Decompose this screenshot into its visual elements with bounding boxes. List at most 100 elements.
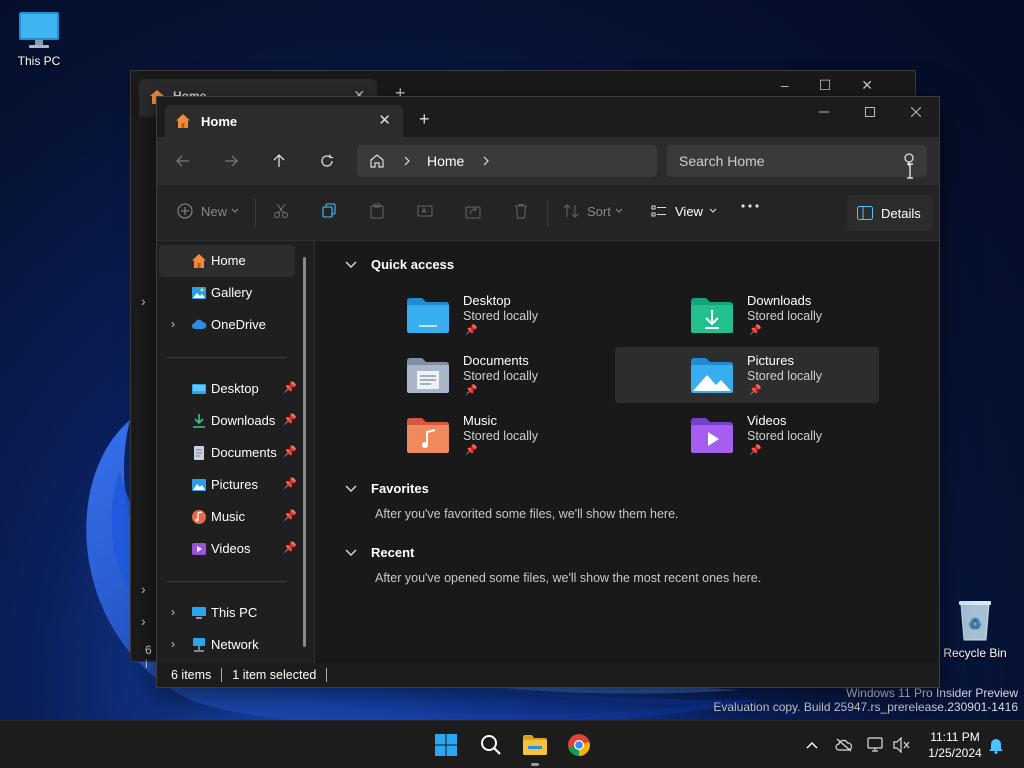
sidebar-item-downloads[interactable]: Downloads 📌 [159, 405, 297, 437]
details-button[interactable]: Details [847, 195, 933, 231]
pin-icon[interactable]: 📌 [283, 413, 297, 426]
sidebar-item-label: Pictures [211, 477, 258, 492]
section-header-recent[interactable]: Recent [345, 545, 414, 560]
show-hidden-icons-button[interactable] [802, 735, 822, 755]
start-button[interactable] [432, 731, 460, 759]
back-button[interactable] [173, 151, 193, 171]
copy-button[interactable] [321, 203, 337, 219]
pin-icon[interactable]: 📌 [283, 477, 297, 490]
chevron-right-icon[interactable]: › [141, 293, 146, 309]
cut-button[interactable] [273, 203, 289, 219]
sidebar-item-desktop[interactable]: Desktop 📌 [159, 373, 297, 405]
file-explorer-button[interactable] [521, 731, 549, 759]
section-header-favorites[interactable]: Favorites [345, 481, 429, 496]
pin-icon[interactable]: 📌 [283, 445, 297, 458]
close-window-button[interactable] [893, 97, 939, 127]
onedrive-tray-button[interactable] [834, 735, 854, 755]
pin-icon[interactable]: 📌 [283, 509, 297, 522]
tab-home[interactable]: Home ✕ [165, 105, 403, 137]
sidebar-item-videos[interactable]: Videos 📌 [159, 533, 297, 565]
more-options-button[interactable] [741, 203, 759, 209]
recent-empty-message: After you've opened some files, we'll sh… [375, 571, 762, 585]
network-tray-button[interactable] [866, 735, 886, 755]
evaluation-watermark: Windows 11 Pro Insider Preview Evaluatio… [713, 686, 1018, 714]
chevron-right-icon[interactable]: › [171, 605, 175, 619]
taskbar: 11:11 PM 1/25/2024 [0, 720, 1024, 768]
system-clock[interactable]: 11:11 PM 1/25/2024 [920, 729, 990, 761]
view-label: View [675, 203, 703, 219]
ethernet-icon [867, 737, 883, 752]
sidebar-item-network[interactable]: › Network [159, 629, 295, 661]
desktop-folder-icon [407, 298, 449, 333]
quick-access-item-desktop[interactable]: Desktop Stored locally 📌 [395, 287, 659, 343]
quick-access-item-pictures[interactable]: Pictures Stored locally 📌 [615, 347, 879, 403]
close-tab-icon[interactable]: ✕ [378, 111, 391, 129]
download-icon [193, 414, 205, 428]
chevron-down-icon [345, 261, 357, 268]
up-button[interactable] [269, 151, 289, 171]
chevron-up-icon [806, 742, 818, 749]
search-button[interactable] [477, 731, 505, 759]
quick-access-item-music[interactable]: Music Stored locally 📌 [395, 407, 659, 463]
sidebar-item-home[interactable]: Home [159, 245, 295, 277]
svg-text:♻: ♻ [969, 616, 982, 632]
back-caption-buttons[interactable]: –☐✕ [781, 77, 903, 94]
chevron-right-icon[interactable]: › [141, 613, 146, 629]
music-folder-icon [407, 418, 449, 453]
new-label: New [201, 203, 228, 219]
pin-icon[interactable]: 📌 [283, 541, 297, 554]
sidebar-item-gallery[interactable]: Gallery [159, 277, 295, 309]
share-button[interactable] [465, 203, 481, 219]
chevron-right-icon[interactable]: › [171, 317, 175, 331]
explorer-window[interactable]: Home ✕ + Home Search Home New Sort View … [156, 96, 940, 688]
chevron-right-icon[interactable] [482, 156, 490, 166]
delete-button[interactable] [513, 203, 529, 219]
sidebar-item-music[interactable]: Music 📌 [159, 501, 297, 533]
sort-button[interactable]: Sort [563, 203, 623, 219]
caption-buttons [801, 97, 939, 127]
chevron-right-icon[interactable]: › [171, 637, 175, 651]
new-button[interactable]: New [177, 203, 239, 219]
address-bar[interactable]: Home [357, 145, 657, 177]
content-area: Home Gallery › OneDrive Desktop 📌 Downlo… [157, 241, 939, 663]
section-title: Recent [371, 545, 415, 560]
forward-button[interactable] [221, 151, 241, 171]
quick-access-item-downloads[interactable]: Downloads Stored locally 📌 [679, 287, 943, 343]
item-name: Downloads [747, 293, 812, 308]
clipboard-icon [370, 203, 384, 219]
arrow-up-icon [273, 154, 285, 167]
item-name: Documents [463, 353, 529, 368]
sidebar-item-this-pc[interactable]: › This PC [159, 597, 295, 629]
sidebar-scrollbar[interactable] [303, 257, 306, 647]
notifications-button[interactable] [986, 735, 1006, 755]
sidebar-item-label: Documents [211, 445, 277, 460]
maximize-button[interactable] [847, 97, 893, 127]
section-header-quick-access[interactable]: Quick access [345, 257, 454, 272]
pin-icon[interactable]: 📌 [283, 381, 297, 394]
desktop-icon-recycle-bin[interactable]: ♻ Recycle Bin [935, 598, 1015, 660]
sidebar-item-label: Home [211, 253, 246, 268]
sidebar-item-label: Network [211, 637, 259, 652]
rename-button[interactable] [417, 203, 433, 219]
sidebar-item-label: Gallery [211, 285, 253, 300]
chevron-right-icon[interactable] [403, 156, 411, 166]
view-button[interactable]: View [651, 203, 717, 219]
search-input[interactable] [667, 145, 927, 177]
minimize-button[interactable] [801, 97, 847, 127]
desktop-icon-this-pc[interactable]: This PC [0, 10, 79, 68]
home-outline-icon [370, 154, 384, 168]
sidebar-item-pictures[interactable]: Pictures 📌 [159, 469, 297, 501]
chevron-right-icon[interactable]: › [141, 581, 146, 597]
volume-tray-button[interactable] [892, 735, 912, 755]
chrome-button[interactable] [565, 731, 593, 759]
refresh-button[interactable] [317, 151, 337, 171]
quick-access-item-videos[interactable]: Videos Stored locally 📌 [679, 407, 943, 463]
view-list-icon [651, 205, 666, 217]
breadcrumb-home[interactable]: Home [427, 153, 464, 169]
sidebar-item-documents[interactable]: Documents 📌 [159, 437, 297, 469]
sidebar-item-onedrive[interactable]: › OneDrive [159, 309, 295, 341]
home-icon [192, 254, 206, 268]
new-tab-button[interactable]: + [419, 109, 430, 130]
desktop-folder-icon [192, 384, 206, 394]
paste-button[interactable] [369, 203, 385, 219]
